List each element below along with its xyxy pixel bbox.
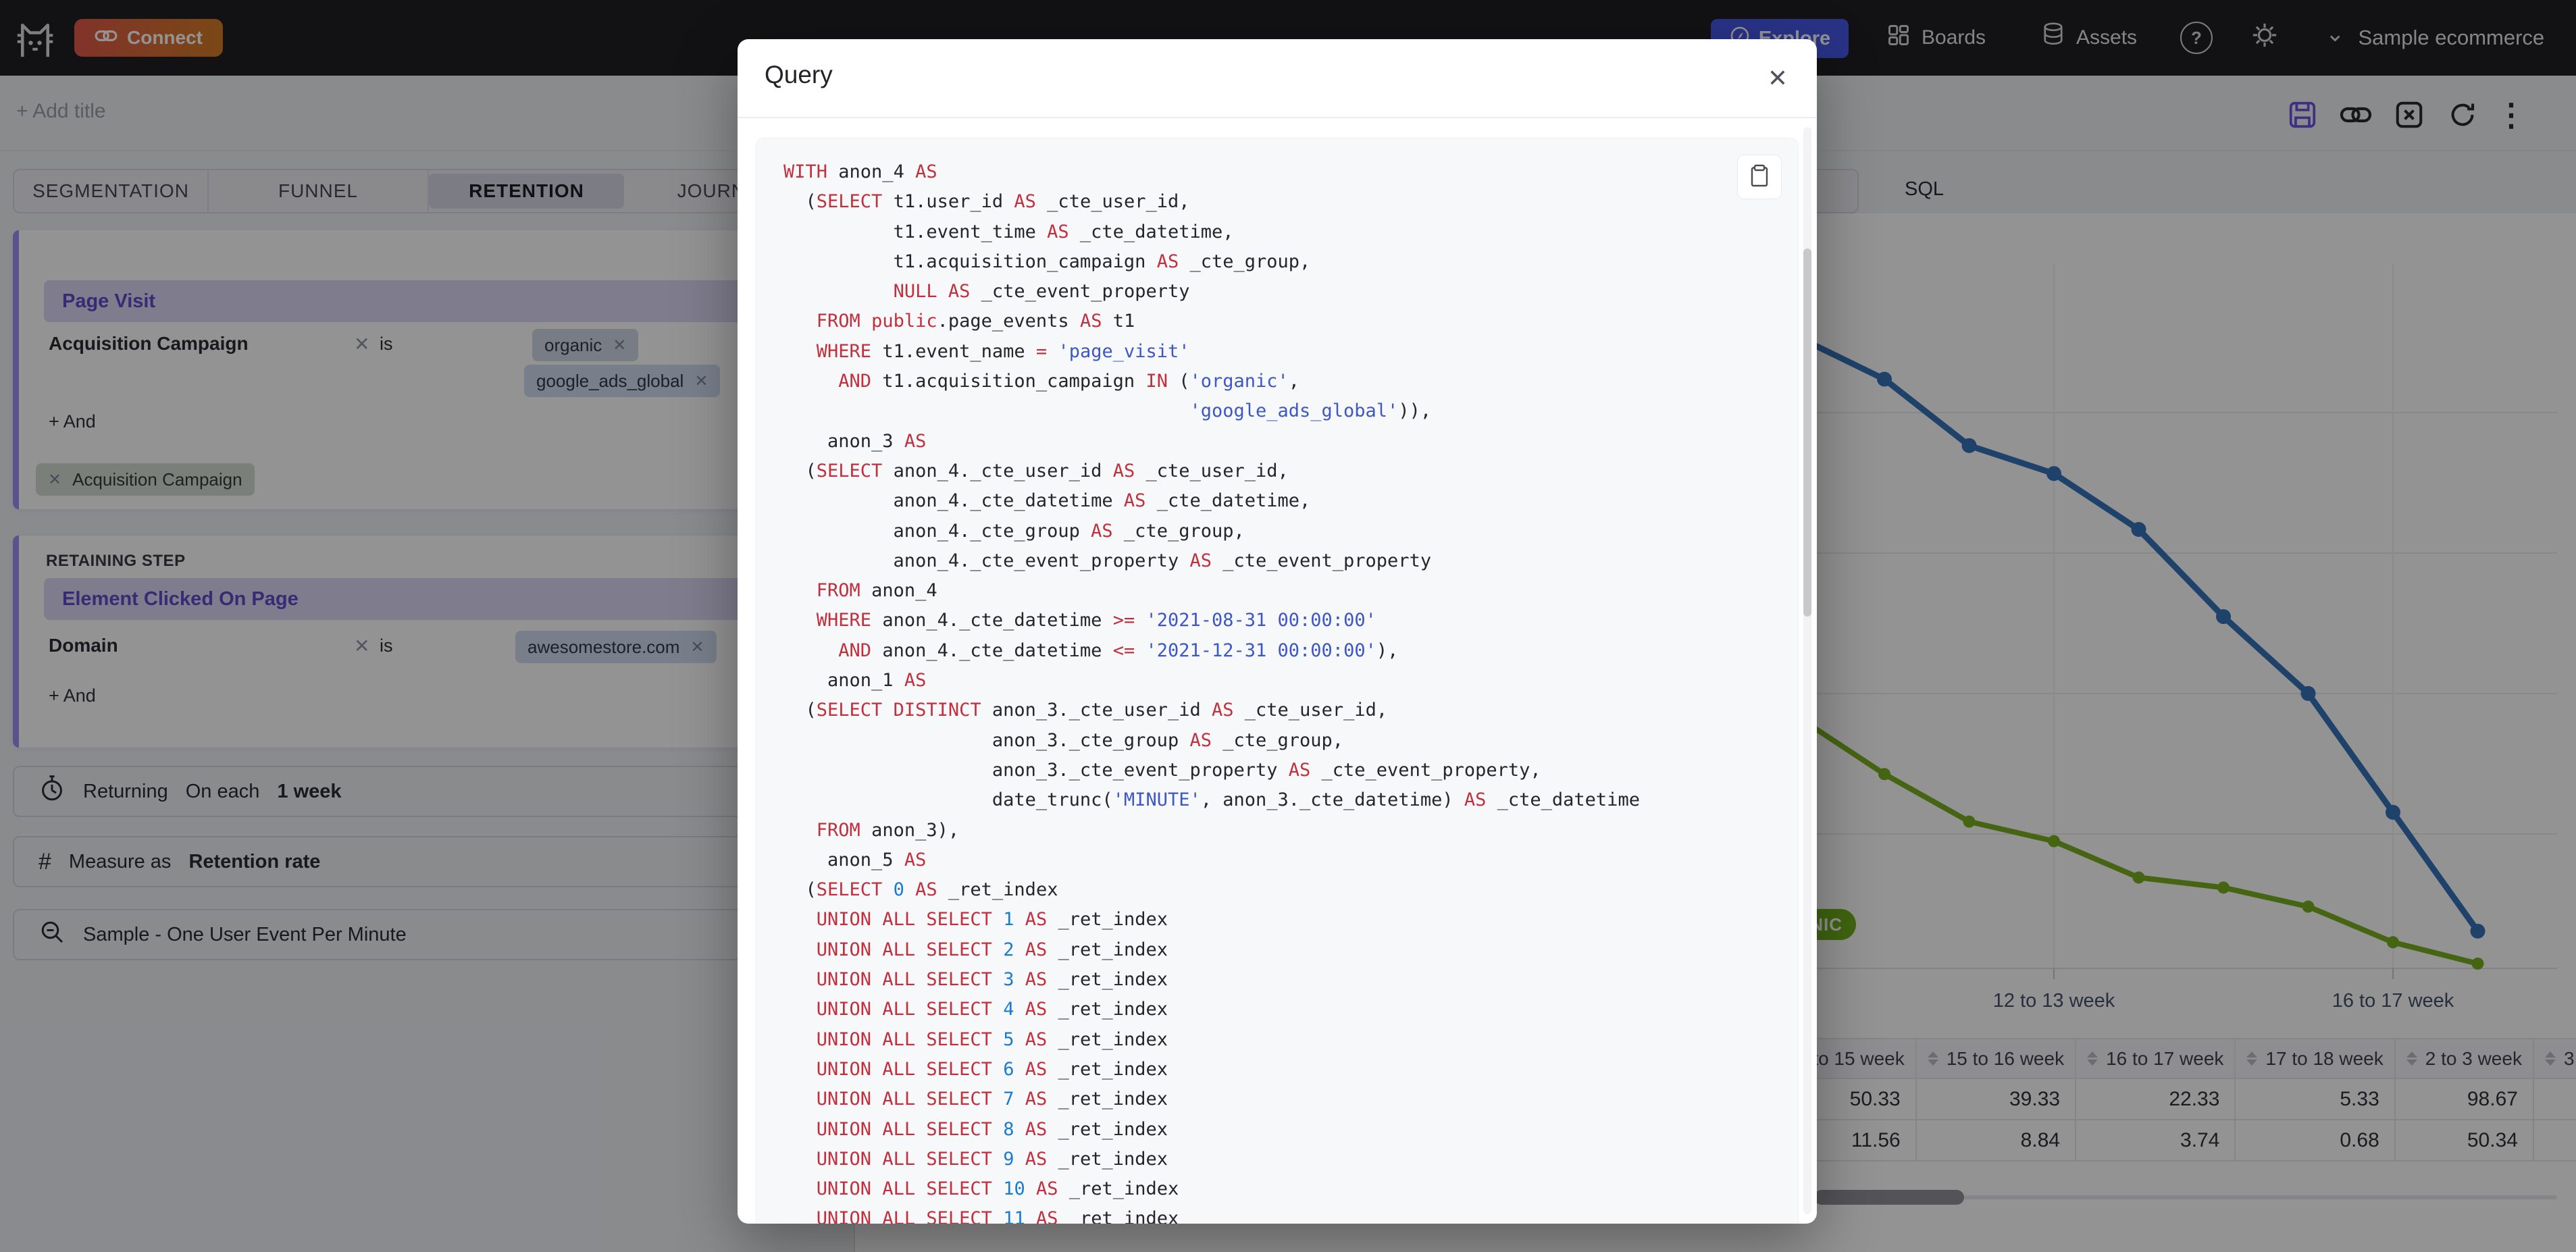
sql-line: (SELECT DISTINCT anon_3._cte_user_id AS … <box>783 700 1388 721</box>
sql-line: UNION ALL SELECT 7 AS _ret_index <box>816 1089 1168 1110</box>
sql-line: anon_3._cte_group AS _cte_group, <box>783 729 1344 751</box>
sql-line: (SELECT t1.user_id AS _cte_user_id, <box>783 191 1190 213</box>
sql-line: anon_3 AS <box>783 430 927 452</box>
sql-line: FROM anon_4 <box>816 580 937 602</box>
sql-line: (SELECT anon_4._cte_user_id AS _cte_user… <box>783 460 1289 481</box>
modal-header: Query ✕ <box>738 39 1817 117</box>
sql-line: WHERE anon_4._cte_datetime >= '2021-08-3… <box>816 610 1376 631</box>
clipboard-icon <box>1749 163 1770 192</box>
sql-line: (SELECT 0 AS _ret_index <box>783 879 1058 901</box>
sql-line: NULL AS _cte_event_property <box>893 281 1190 303</box>
sql-line: WITH anon_4 AS <box>783 161 937 182</box>
sql-line: anon_3._cte_event_property AS _cte_event… <box>783 759 1541 781</box>
close-icon[interactable]: ✕ <box>1759 59 1797 97</box>
sql-code: WITH anon_4 AS (SELECT t1.user_id AS _ct… <box>783 157 1724 1224</box>
sql-line: anon_1 AS <box>783 670 927 692</box>
app-root: Connect Explore Boards Assets ? ⌄ Sample… <box>0 0 2576 1252</box>
sql-code-block: WITH anon_4 AS (SELECT t1.user_id AS _ct… <box>756 138 1799 1224</box>
sql-line: t1.event_time AS _cte_datetime, <box>783 221 1234 242</box>
sql-line: UNION ALL SELECT 6 AS _ret_index <box>816 1058 1168 1080</box>
sql-line: anon_4._cte_group AS _cte_group, <box>783 520 1245 542</box>
sql-line: UNION ALL SELECT 1 AS _ret_index <box>816 909 1168 931</box>
sql-line: AND t1.acquisition_campaign IN ('organic… <box>838 371 1300 392</box>
sql-line: 'google_ads_global')), <box>1189 400 1432 422</box>
sql-line: UNION ALL SELECT 10 AS _ret_index <box>816 1178 1179 1200</box>
sql-line: UNION ALL SELECT 8 AS _ret_index <box>816 1118 1168 1140</box>
sql-line: UNION ALL SELECT 11 AS _ret_index <box>816 1208 1179 1224</box>
sql-line: UNION ALL SELECT 3 AS _ret_index <box>816 969 1168 991</box>
sql-line: UNION ALL SELECT 9 AS _ret_index <box>816 1148 1168 1170</box>
sql-line: UNION ALL SELECT 2 AS _ret_index <box>816 939 1168 960</box>
copy-button[interactable] <box>1737 155 1782 199</box>
sql-line: anon_5 AS <box>783 849 927 870</box>
sql-line: FROM public.page_events AS t1 <box>816 311 1135 332</box>
sql-line: t1.acquisition_campaign AS _cte_group, <box>783 251 1311 272</box>
sql-line: AND anon_4._cte_datetime <= '2021-12-31 … <box>838 640 1399 661</box>
sql-line: date_trunc('MINUTE', anon_3._cte_datetim… <box>783 789 1640 811</box>
modal-divider <box>738 117 1817 118</box>
modal-scrollbar-thumb[interactable] <box>1803 249 1811 617</box>
query-modal: Query ✕ WITH anon_4 AS (SELECT t1.user_i… <box>738 39 1817 1224</box>
sql-line: anon_4._cte_datetime AS _cte_datetime, <box>783 490 1311 512</box>
sql-line: WHERE t1.event_name = 'page_visit' <box>816 340 1190 362</box>
sql-line: FROM anon_3), <box>816 819 960 841</box>
sql-line: anon_4._cte_event_property AS _cte_event… <box>783 550 1432 571</box>
modal-title: Query <box>765 61 833 88</box>
sql-line: UNION ALL SELECT 4 AS _ret_index <box>816 999 1168 1020</box>
sql-line: UNION ALL SELECT 5 AS _ret_index <box>816 1028 1168 1050</box>
